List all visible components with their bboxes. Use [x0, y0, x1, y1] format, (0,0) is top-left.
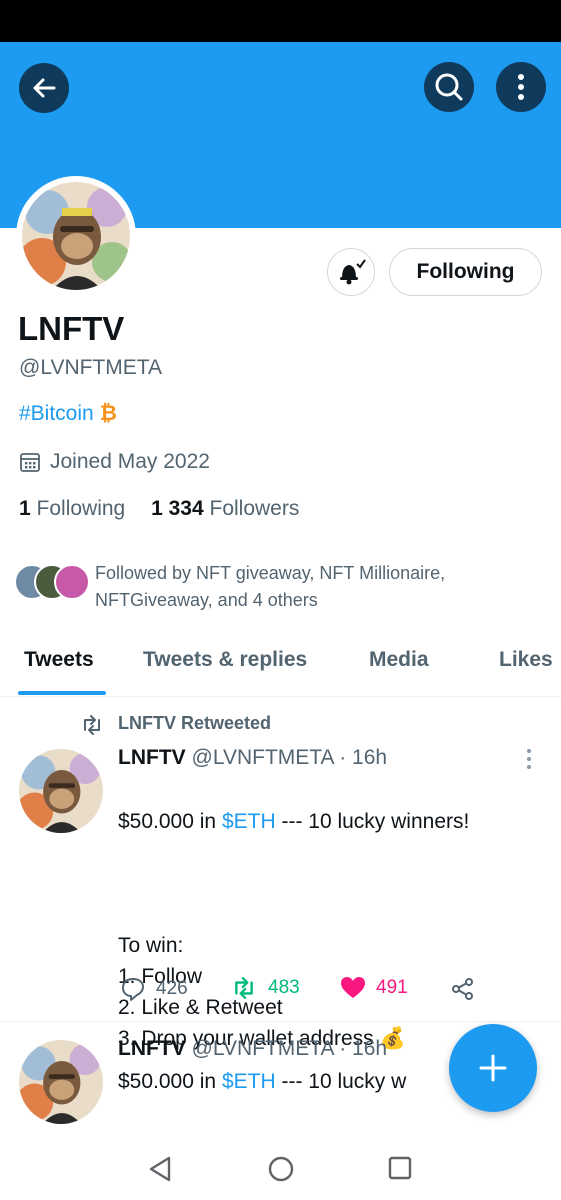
back-button[interactable] [19, 63, 69, 113]
home-circle-icon[interactable] [267, 1155, 295, 1183]
profile-tabs: Tweets Tweets & replies Media Likes [0, 638, 561, 697]
like-button[interactable]: 491 [340, 976, 408, 1000]
arrow-left-icon [33, 78, 56, 98]
retweeted-label: LNFTV Retweeted [118, 713, 272, 733]
search-button[interactable] [424, 62, 474, 112]
plus-icon [479, 1054, 507, 1082]
tweet-author-name[interactable]: LNFTV [118, 746, 186, 769]
tweet-divider [0, 1021, 561, 1022]
tweet-handle-time: @LVNFTMETA · 16h [191, 746, 388, 769]
calendar-icon [20, 453, 40, 472]
tab-tweets[interactable]: Tweets [24, 648, 94, 672]
bell-check-icon [340, 259, 366, 285]
back-triangle-icon[interactable] [147, 1155, 173, 1183]
retweet-count: 483 [268, 977, 300, 998]
followers-label: Followers [209, 497, 300, 520]
tweet-actions: 426 483 491 [120, 976, 520, 1006]
eth-cashtag-link[interactable]: $ETH [222, 810, 276, 833]
retweet-icon [235, 976, 253, 1000]
tweet-text-prefix: $50.000 in [118, 1070, 222, 1093]
following-button[interactable]: Following [389, 248, 542, 296]
share-icon [452, 978, 473, 1000]
followers-count: 1 334 [151, 497, 204, 520]
tweet-header: LNFTV @LVNFTMETA · 16h [118, 746, 387, 770]
joined-date: Joined May 2022 [19, 450, 210, 474]
reply-count: 426 [156, 978, 188, 999]
profile-display-name: LNFTV [18, 310, 125, 347]
ape-avatar-image [19, 749, 103, 833]
tweet-text: $50.000 in $ETH --- 10 lucky w [118, 1066, 448, 1097]
compose-tweet-button[interactable] [449, 1024, 537, 1112]
like-count: 491 [376, 977, 408, 998]
reply-button[interactable]: 426 [120, 976, 188, 1002]
profile-avatar[interactable] [16, 176, 136, 296]
bitcoin-icon: ₿ [99, 402, 117, 425]
notifications-toggle-button[interactable] [327, 248, 375, 296]
following-label: Following [36, 497, 126, 520]
active-tab-indicator [18, 691, 106, 695]
system-navigation-bar [0, 1138, 561, 1200]
heart-filled-icon [341, 977, 365, 998]
ape-avatar-image [22, 182, 130, 290]
tab-tweets-replies[interactable]: Tweets & replies [143, 648, 307, 672]
tweet-more-icon[interactable] [525, 748, 533, 770]
retweet-button[interactable]: 483 [230, 976, 300, 1000]
tweet-text-prefix: $50.000 in [118, 810, 222, 833]
follow-counts: 1 Following 1 334 Followers [19, 497, 299, 521]
share-button[interactable] [450, 976, 476, 1002]
profile-bio: #Bitcoin ₿ [19, 402, 117, 426]
following-count-link[interactable]: 1 Following [19, 497, 125, 520]
tweet-author-avatar[interactable] [19, 1040, 103, 1124]
eth-cashtag-link[interactable]: $ETH [222, 1070, 276, 1093]
tweet-handle-time: @LVNFTMETA · 16h [191, 1037, 388, 1060]
bio-hashtag-link[interactable]: #Bitcoin [19, 402, 94, 425]
tweet-text-suffix: --- 10 lucky w [275, 1070, 407, 1093]
tweet-header: LNFTV @LVNFTMETA · 16h [118, 1037, 387, 1061]
vertical-dots-icon [518, 74, 524, 100]
reply-icon [122, 978, 144, 1001]
tweet-author-name[interactable]: LNFTV [118, 1037, 186, 1060]
followers-count-link[interactable]: 1 334 Followers [151, 497, 299, 520]
status-bar [0, 0, 561, 42]
search-icon [435, 73, 463, 101]
joined-text: Joined May 2022 [50, 450, 210, 473]
followed-by-text[interactable]: Followed by NFT giveaway, NFT Millionair… [95, 560, 515, 614]
tweet-text-suffix: --- 10 lucky winners! [275, 810, 470, 833]
recents-square-icon[interactable] [387, 1155, 413, 1181]
tweet-author-avatar[interactable] [19, 749, 103, 833]
follower-avatar [54, 564, 90, 600]
tab-likes[interactable]: Likes [499, 648, 553, 672]
more-options-button[interactable] [496, 62, 546, 112]
tweet-first-line: $50.000 in $ETH --- 10 lucky winners! [118, 806, 538, 837]
tab-media[interactable]: Media [369, 648, 429, 672]
ape-avatar-image [19, 1040, 103, 1124]
retweet-icon [84, 715, 100, 735]
profile-handle: @LVNFTMETA [19, 356, 163, 379]
following-count: 1 [19, 497, 31, 520]
